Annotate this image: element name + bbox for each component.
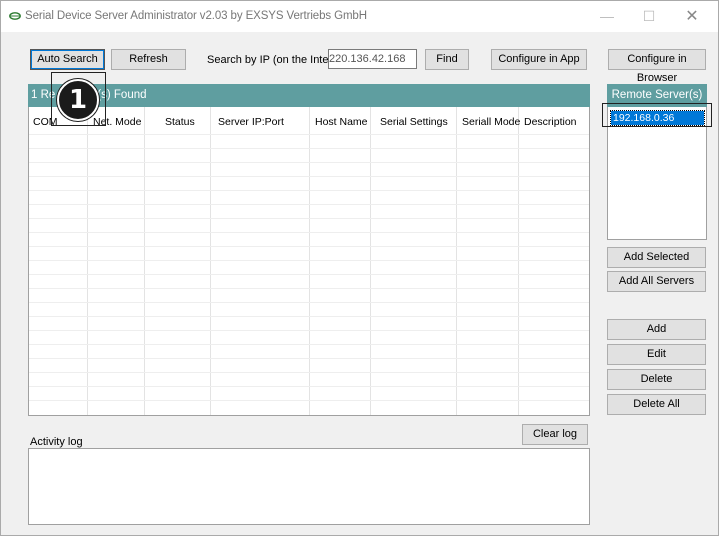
row-divider [29, 204, 589, 205]
row-divider [29, 134, 589, 135]
configure-in-browser-button[interactable]: Configure in Browser [608, 49, 706, 84]
column-divider [87, 107, 88, 415]
window-title: Serial Device Server Administrator v2.03… [25, 10, 367, 22]
delete-all-button[interactable]: Delete All [607, 394, 706, 415]
auto-search-button[interactable]: Auto Search [30, 49, 105, 70]
clear-log-button[interactable]: Clear log [522, 424, 588, 445]
row-divider [29, 386, 589, 387]
row-divider [29, 274, 589, 275]
results-table[interactable]: COM Net. Mode Status Server IP:Port Host… [28, 107, 590, 416]
minimize-button[interactable]: — [586, 1, 628, 32]
column-header-host-name[interactable]: Host Name [315, 116, 368, 128]
column-divider [144, 107, 145, 415]
search-ip-input[interactable]: 220.136.42.168 [328, 49, 417, 69]
delete-button[interactable]: Delete [607, 369, 706, 390]
column-divider [309, 107, 310, 415]
row-divider [29, 260, 589, 261]
column-headers: COM Net. Mode Status Server IP:Port Host… [29, 107, 589, 134]
activity-log-textarea[interactable] [28, 448, 590, 525]
row-divider [29, 162, 589, 163]
row-divider [29, 232, 589, 233]
row-divider [29, 190, 589, 191]
row-divider [29, 372, 589, 373]
column-header-serial-settings[interactable]: Serial Settings [380, 116, 448, 128]
column-divider [518, 107, 519, 415]
row-divider [29, 316, 589, 317]
app-window: Serial Device Server Administrator v2.03… [0, 0, 719, 536]
row-divider [29, 148, 589, 149]
activity-log-label: Activity log [30, 436, 83, 448]
step-number-badge: 1 [57, 79, 99, 121]
row-divider [29, 176, 589, 177]
row-divider [29, 218, 589, 219]
row-divider [29, 344, 589, 345]
add-all-servers-button[interactable]: Add All Servers [607, 271, 706, 292]
column-header-description[interactable]: Description [524, 116, 577, 128]
highlight-frame [602, 103, 712, 127]
find-button[interactable]: Find [425, 49, 469, 70]
column-divider [456, 107, 457, 415]
configure-in-app-button[interactable]: Configure in App [491, 49, 587, 70]
title-bar[interactable]: Serial Device Server Administrator v2.03… [1, 1, 718, 32]
edit-button[interactable]: Edit [607, 344, 706, 365]
column-divider [370, 107, 371, 415]
row-divider [29, 246, 589, 247]
column-header-server-ip-port[interactable]: Server IP:Port [218, 116, 284, 128]
results-header: 1 Re (s) Found [28, 84, 590, 107]
row-divider [29, 400, 589, 401]
row-divider [29, 330, 589, 331]
maximize-button[interactable]: ☐ [628, 1, 670, 32]
add-selected-server-button[interactable]: Add Selected Server [607, 247, 706, 282]
row-divider [29, 358, 589, 359]
refresh-button[interactable]: Refresh [111, 49, 186, 70]
column-header-status[interactable]: Status [165, 116, 195, 128]
row-divider [29, 288, 589, 289]
column-header-serial-mode[interactable]: Seriall Mode [462, 116, 520, 128]
add-button[interactable]: Add [607, 319, 706, 340]
row-divider [29, 302, 589, 303]
app-icon [9, 12, 21, 20]
column-divider [210, 107, 211, 415]
close-button[interactable]: ✕ [671, 1, 713, 32]
